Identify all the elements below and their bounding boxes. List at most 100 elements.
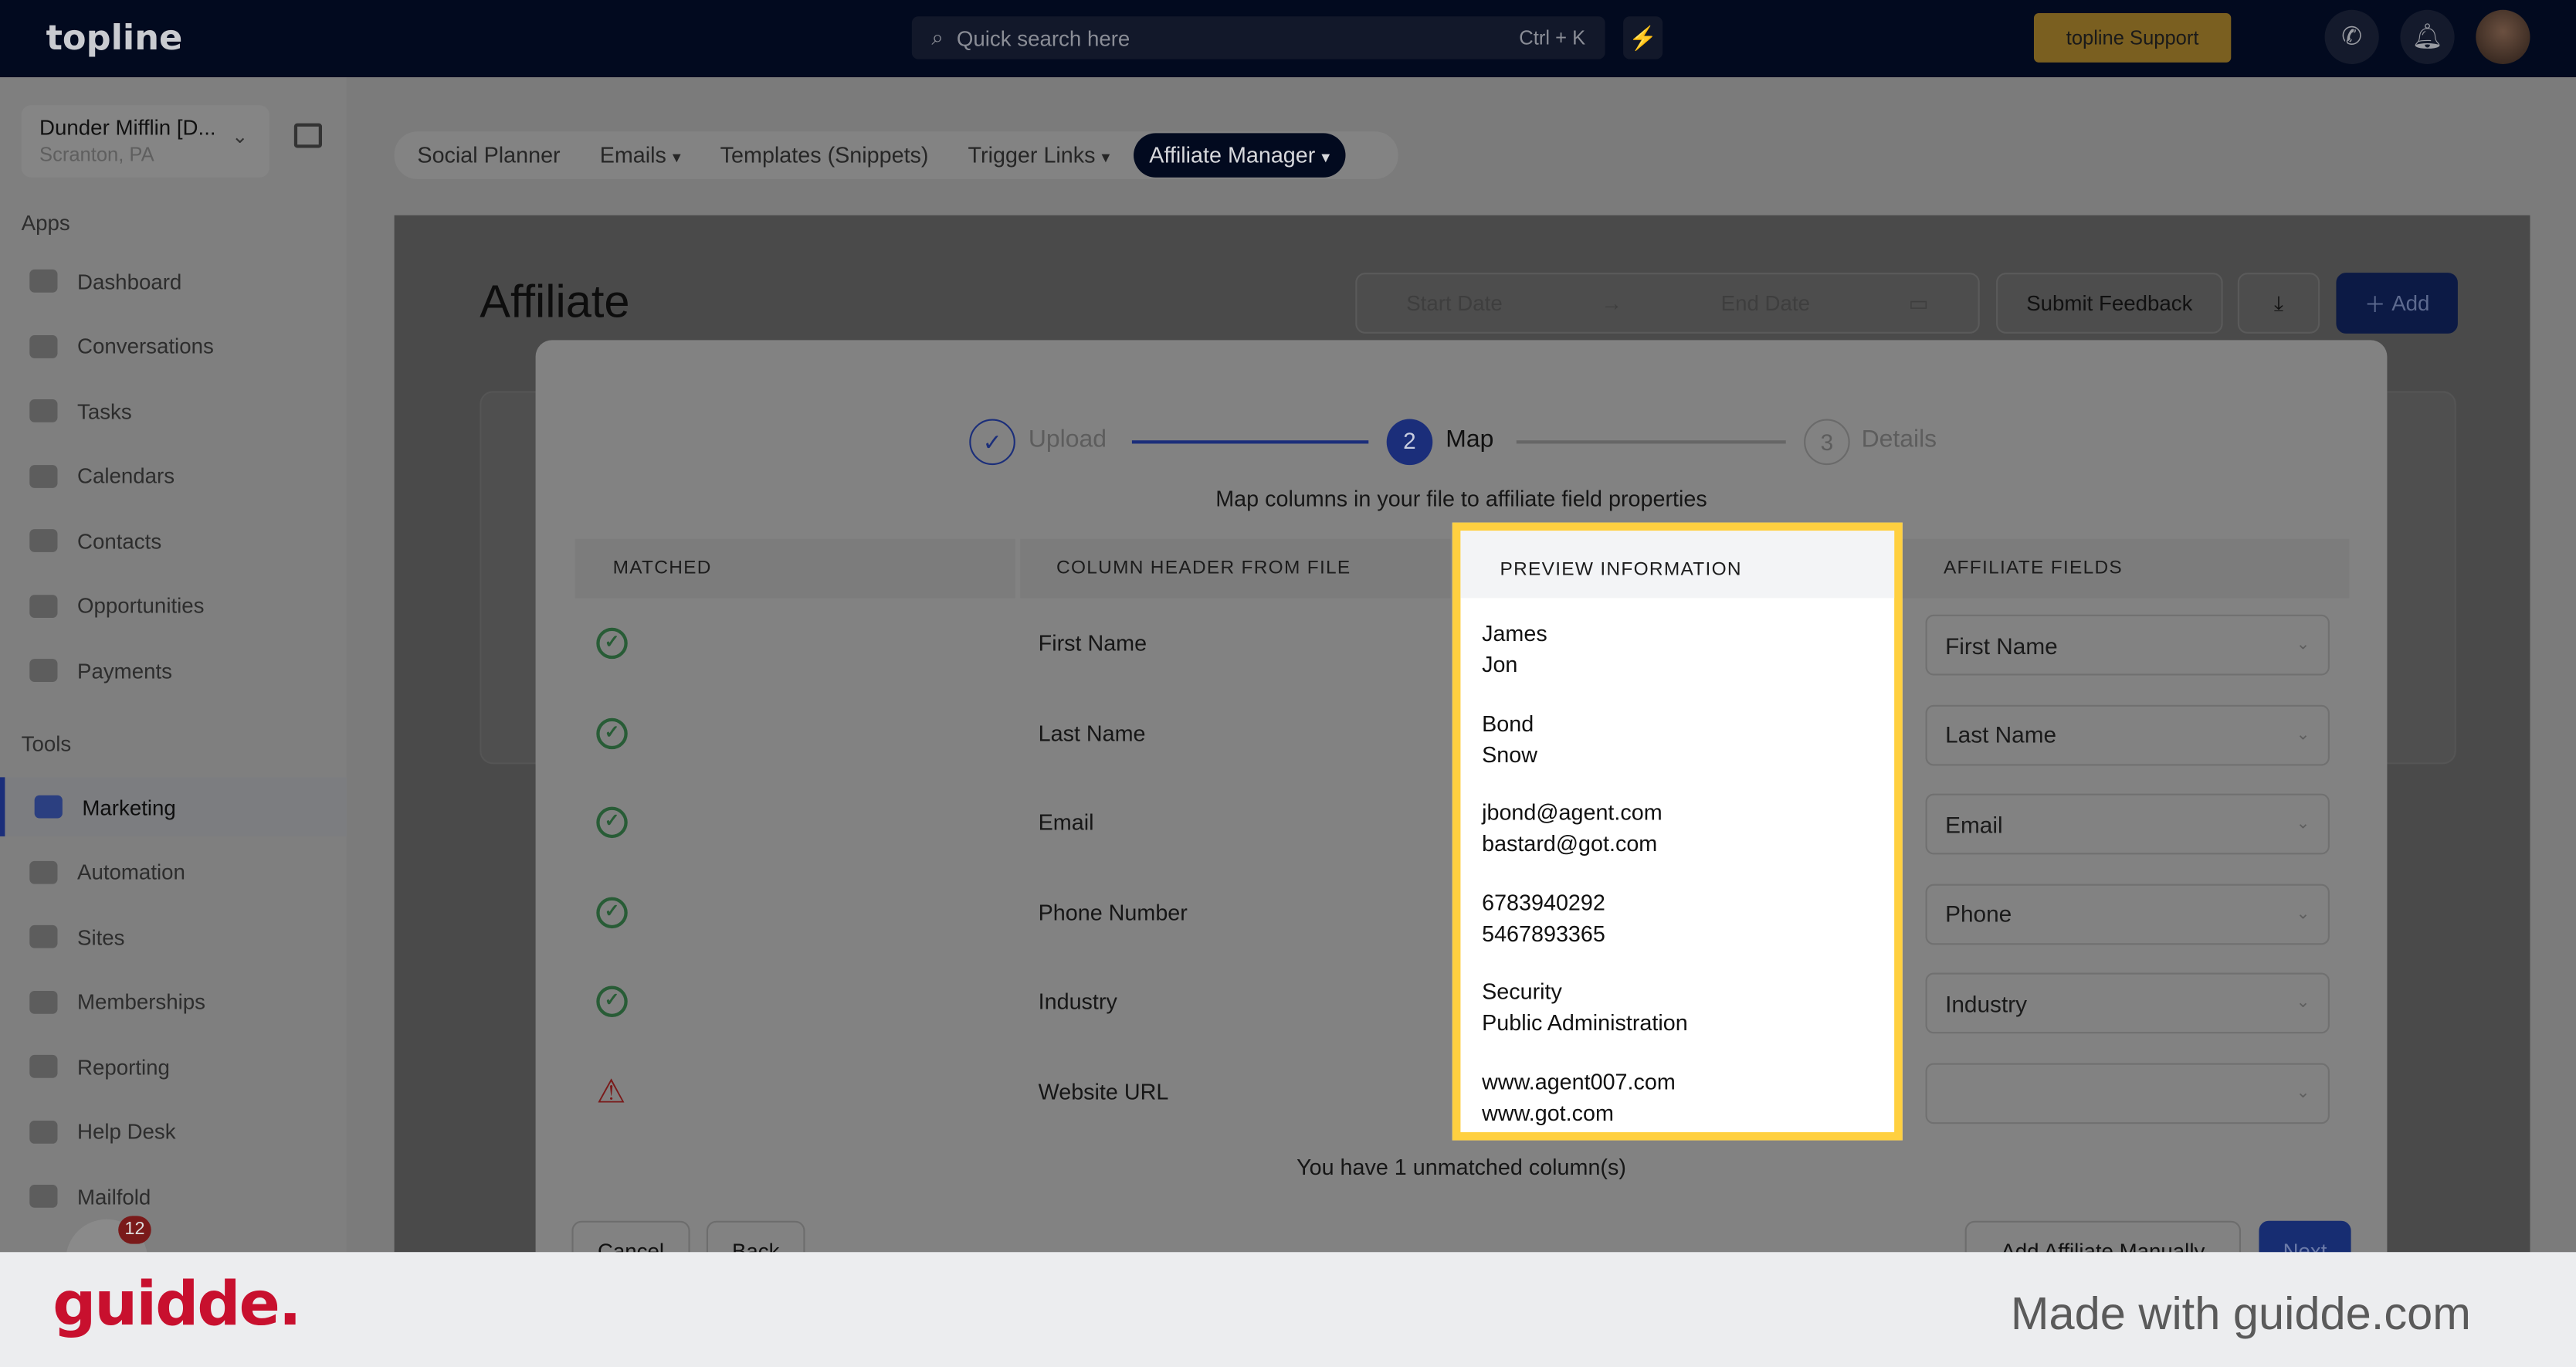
tab-templates-snippets-[interactable]: Templates (Snippets) <box>720 143 929 168</box>
sidebar-item-conversations[interactable]: Conversations <box>0 317 347 376</box>
sidebar-item-label: Contacts <box>76 528 162 553</box>
preview-value: 6783940292 <box>1482 890 1605 915</box>
chevron-down-icon: ⌄ <box>2296 815 2310 834</box>
sidebar-item-label: Tasks <box>76 398 132 423</box>
sidebar-item-label: Help Desk <box>76 1118 176 1144</box>
preview-value: bastard@got.com <box>1482 831 1658 856</box>
sidebar-item-memberships[interactable]: Memberships <box>0 972 347 1031</box>
sidebar-item-label: Calendars <box>76 463 175 488</box>
matched-check-icon: ✓ <box>596 897 628 928</box>
matched-check-icon: ✓ <box>596 807 628 839</box>
step-details-number: 3 <box>1804 419 1850 466</box>
step-upload-check-icon: ✓ <box>969 419 1015 466</box>
search-placeholder: Quick search here <box>956 25 1130 50</box>
sidebar-toggle-icon[interactable] <box>293 123 323 148</box>
preview-values: James Jon <box>1482 618 1547 680</box>
app-logo[interactable]: topline <box>46 18 183 57</box>
preview-value: Bond <box>1482 711 1534 736</box>
unmatched-message: You have 1 unmatched column(s) <box>1296 1155 1626 1180</box>
sidebar-item-label: Opportunities <box>76 593 205 618</box>
preview-values: Security Public Administration <box>1482 977 1688 1040</box>
column-header-value: First Name <box>1038 630 1147 656</box>
chevron-down-icon: ⌄ <box>2296 904 2310 924</box>
phone-icon[interactable]: ✆ <box>2324 9 2379 64</box>
guidde-logo: guidde. <box>53 1268 302 1339</box>
matched-check-icon: ✓ <box>596 986 628 1018</box>
mail-icon <box>29 1184 58 1208</box>
column-header-value: Industry <box>1038 989 1117 1015</box>
quick-search-input[interactable]: ⌕ Quick search here Ctrl + K <box>911 16 1605 59</box>
bell-icon[interactable]: 🔔︎ <box>2400 9 2455 64</box>
avatar[interactable] <box>2476 9 2530 64</box>
tab-emails[interactable]: Emails ▾ <box>600 143 681 168</box>
warning-icon: ⚠ <box>596 1074 626 1111</box>
globe-icon <box>29 924 58 948</box>
calendar-icon: ▭ <box>1908 290 1929 315</box>
chevron-down-icon[interactable]: ⌄ <box>232 125 248 148</box>
sidebar-item-sites[interactable]: Sites <box>0 907 347 966</box>
chevron-down-icon: ⌄ <box>2296 636 2310 654</box>
card-icon <box>29 659 58 682</box>
sidebar-item-help-desk[interactable]: Help Desk <box>0 1102 347 1162</box>
sidebar-item-tasks[interactable]: Tasks <box>0 382 347 441</box>
preview-value: Public Administration <box>1482 1011 1688 1036</box>
account-name: Dunder Mifflin [D... <box>39 114 216 140</box>
affiliate-field-select[interactable]: First Name ⌄ <box>1925 614 2330 676</box>
calendar-icon <box>29 464 58 487</box>
selected-field: First Name <box>1945 632 2058 659</box>
sidebar-item-marketing[interactable]: Marketing <box>0 777 347 836</box>
tasks-icon <box>29 399 58 422</box>
preview-values: www.agent007.com www.got.com <box>1482 1067 1676 1129</box>
chevron-down-icon: ⌄ <box>2296 995 2310 1013</box>
target-icon <box>29 594 58 617</box>
sidebar-item-contacts[interactable]: Contacts <box>0 511 347 571</box>
preview-value: 5467893365 <box>1482 921 1605 947</box>
affiliate-field-select[interactable]: Industry ⌄ <box>1925 973 2330 1035</box>
date-range-picker[interactable]: Start Date → End Date ▭ <box>1355 273 1980 334</box>
sidebar-item-mailfold[interactable]: Mailfold <box>0 1167 347 1226</box>
chevron-down-icon: ⌄ <box>2296 1084 2310 1103</box>
support-button[interactable]: topline Support <box>2033 13 2232 63</box>
sidebar-item-payments[interactable]: Payments <box>0 641 347 700</box>
affiliate-field-select[interactable]: Last Name ⌄ <box>1925 704 2330 765</box>
users-icon <box>29 989 58 1013</box>
chevron-down-icon: ▾ <box>1321 149 1330 168</box>
affiliate-field-select[interactable]: Email ⌄ <box>1925 794 2330 855</box>
preview-values: Bond Snow <box>1482 707 1537 770</box>
lightning-icon[interactable]: ⚡ <box>1623 16 1663 59</box>
preview-value: www.got.com <box>1482 1101 1614 1126</box>
pie-icon <box>29 1054 58 1078</box>
sidebar-item-calendars[interactable]: Calendars <box>0 446 347 506</box>
tab-trigger-links[interactable]: Trigger Links ▾ <box>968 143 1110 168</box>
contact-icon <box>29 529 58 552</box>
sidebar-item-reporting[interactable]: Reporting <box>0 1037 347 1097</box>
download-icon[interactable]: ⤓ <box>2237 273 2320 334</box>
account-location: Scranton, PA <box>39 143 154 166</box>
selected-field: Last Name <box>1945 721 2057 748</box>
sidebar-item-automation[interactable]: Automation <box>0 842 347 901</box>
sidebar-item-label: Marketing <box>82 794 176 819</box>
preview-values: jbond@agent.com bastard@got.com <box>1482 797 1663 860</box>
add-label: Add <box>2391 290 2430 316</box>
affiliate-field-select[interactable]: ⌄ <box>1925 1063 2330 1124</box>
tab-label: Trigger Links <box>968 143 1096 168</box>
tab-label: Affiliate Manager <box>1149 143 1316 168</box>
modal-subtitle: Map columns in your file to affiliate fi… <box>1215 486 1707 511</box>
start-date: Start Date <box>1406 290 1503 316</box>
step-map: Map <box>1446 426 1494 454</box>
sidebar-item-label: Automation <box>76 859 185 884</box>
affiliate-field-select[interactable]: Phone ⌄ <box>1925 884 2330 945</box>
sidebar-item-dashboard[interactable]: Dashboard <box>0 252 347 311</box>
column-header-value: Website URL <box>1038 1079 1169 1104</box>
end-date: End Date <box>1720 290 1810 316</box>
arrow-icon: → <box>1601 290 1623 316</box>
tab-social-planner[interactable]: Social Planner <box>417 143 560 168</box>
step-connector <box>1516 440 1786 444</box>
tab-affiliate-manager[interactable]: Affiliate Manager ▾ <box>1133 133 1347 178</box>
submit-feedback-button[interactable]: Submit Feedback <box>1996 273 2223 334</box>
add-button[interactable]: ＋ Add <box>2336 273 2458 334</box>
sidebar-item-opportunities[interactable]: Opportunities <box>0 576 347 636</box>
sidebar-item-label: Mailfold <box>76 1183 151 1209</box>
sidebar-item-label: Payments <box>76 658 172 684</box>
step-details: Details <box>1861 426 1937 454</box>
